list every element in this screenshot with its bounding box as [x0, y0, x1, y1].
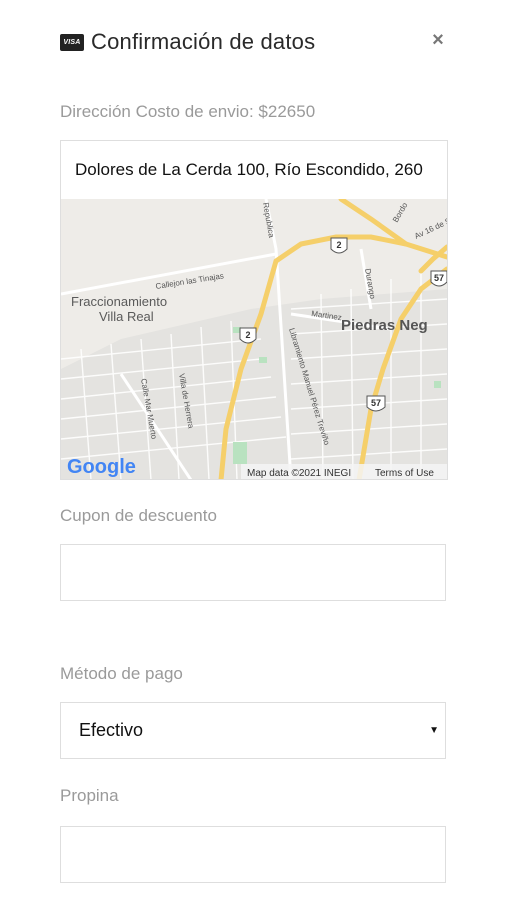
city-label: Piedras Neg	[341, 317, 428, 334]
payment-method-select[interactable]: Efectivo ▼	[60, 702, 446, 759]
shield-label: 2	[245, 330, 250, 340]
map[interactable]: 2 2 57 57 Republica Bordo Av 16 de Se Ca…	[61, 199, 447, 479]
terms-link: Terms of Use	[375, 468, 434, 479]
google-logo: Google	[67, 456, 136, 478]
visa-card-icon: VISA	[60, 33, 84, 51]
close-icon[interactable]: ×	[428, 26, 448, 54]
map-attribution: Map data ©2021 INEGI	[247, 468, 351, 479]
tip-label: Propina	[60, 786, 119, 805]
shield-label: 57	[371, 398, 381, 408]
address-field[interactable]: Dolores de La Cerda 100, Río Escondido, …	[61, 141, 447, 199]
coupon-input[interactable]	[60, 544, 446, 601]
address-map-card: Dolores de La Cerda 100, Río Escondido, …	[60, 140, 448, 480]
chevron-down-icon: ▼	[429, 725, 439, 736]
shield-label: 2	[336, 240, 341, 250]
payment-method-label: Método de pago	[60, 664, 183, 683]
place-label: Fraccionamiento	[71, 294, 167, 309]
modal-header: VISA Confirmación de datos ×	[60, 26, 448, 58]
address-label: Dirección Costo de envio: $22650	[60, 102, 316, 121]
tip-input[interactable]	[60, 826, 446, 883]
place-label: Villa Real	[99, 309, 154, 324]
payment-method-value: Efectivo	[79, 720, 144, 740]
shield-label: 57	[434, 273, 444, 283]
coupon-label: Cupon de descuento	[60, 506, 217, 525]
modal-title: Confirmación de datos	[91, 29, 316, 54]
